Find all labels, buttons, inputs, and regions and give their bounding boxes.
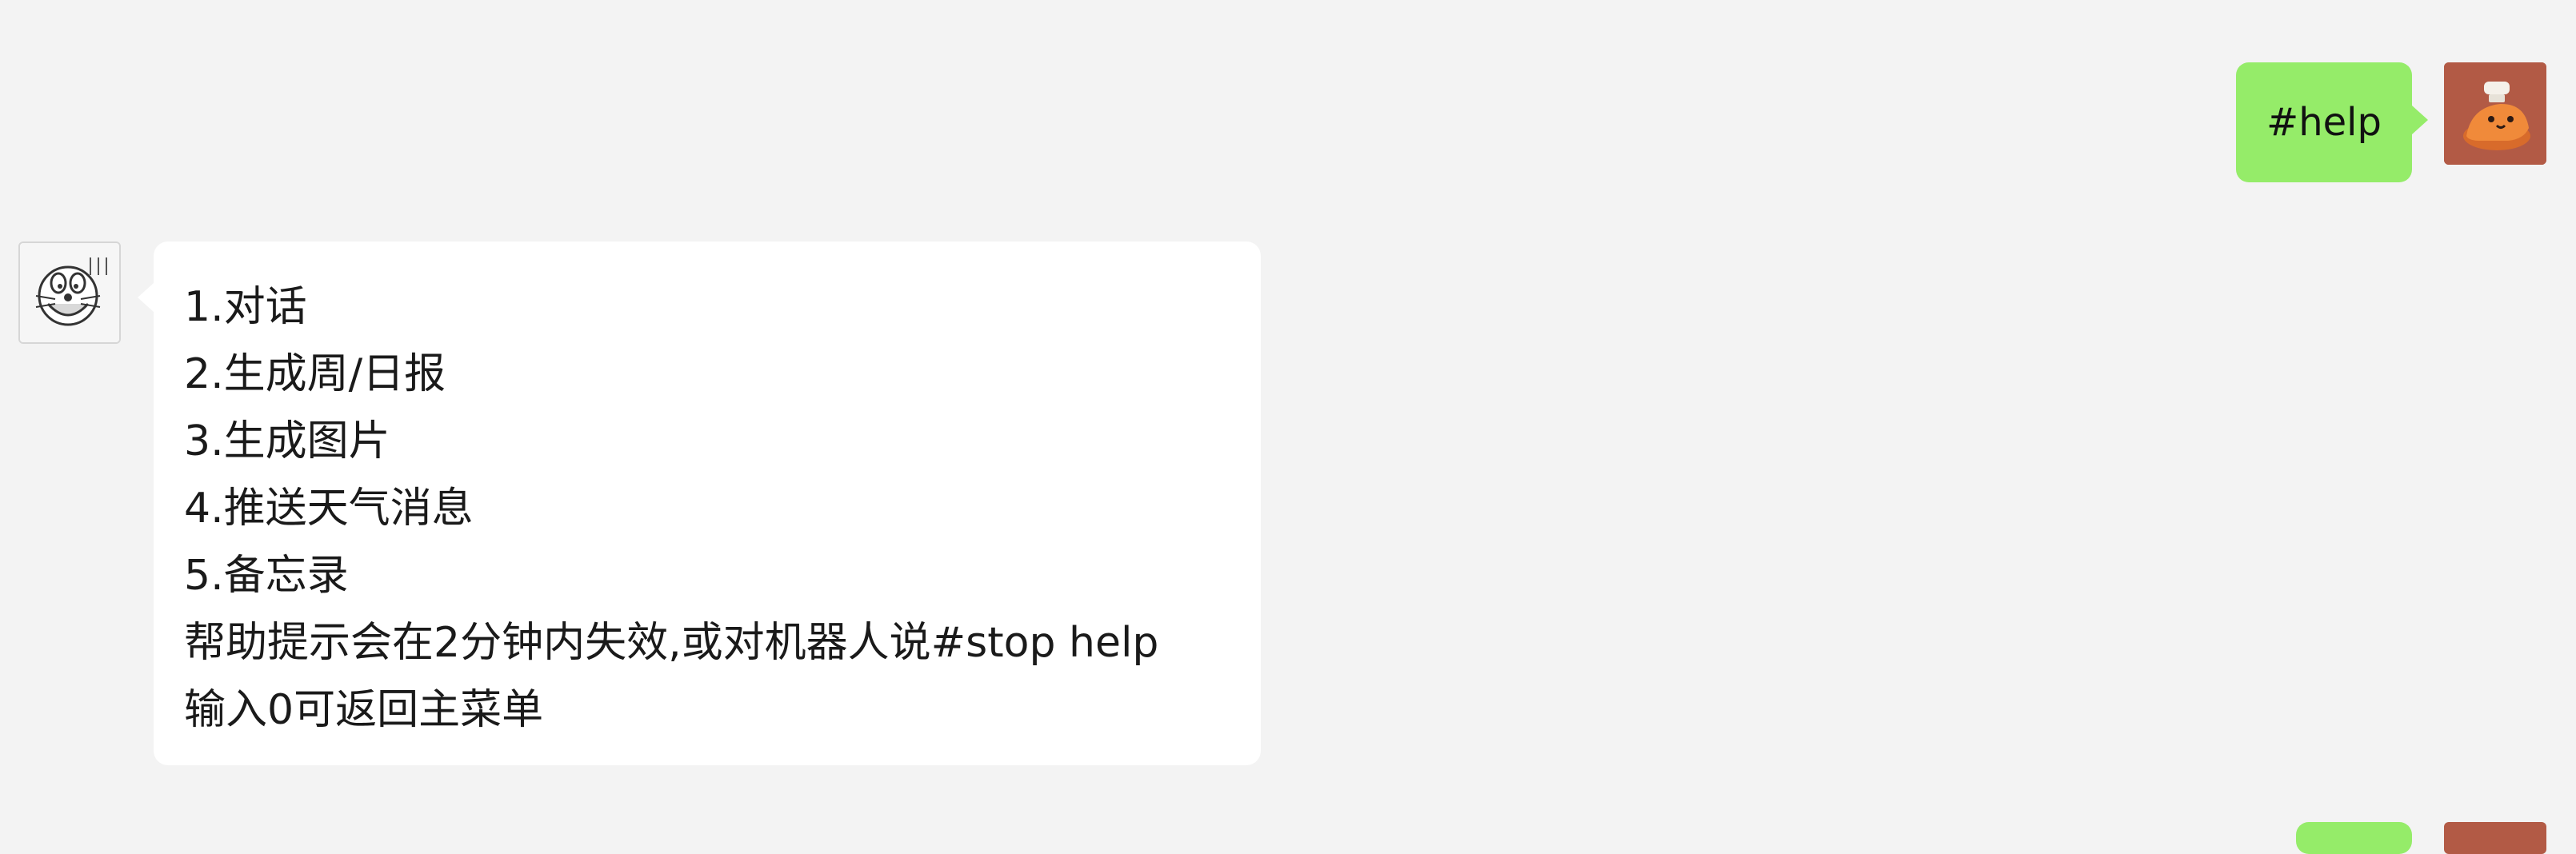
doraemon-avatar-icon <box>20 243 119 342</box>
menu-line-5: 5.备忘录 <box>184 552 349 600</box>
menu-line-2: 2.生成周/日报 <box>184 350 446 398</box>
user-avatar-partial[interactable] <box>2444 822 2546 854</box>
outgoing-message-bubble-partial[interactable] <box>2296 822 2412 854</box>
outgoing-message-bubble[interactable]: #help <box>2236 62 2428 182</box>
user-avatar[interactable] <box>2444 62 2546 165</box>
return-main-menu-note: 输入0可返回主菜单 <box>184 686 544 734</box>
message-text: #help <box>2266 100 2382 145</box>
bot-avatar[interactable] <box>18 241 121 344</box>
help-expiry-note: 帮助提示会在2分钟内失效,或对机器人说#stop help <box>184 619 1159 667</box>
dinosaur-chef-avatar-icon <box>2444 62 2546 165</box>
menu-line-3: 3.生成图片 <box>184 417 390 465</box>
menu-line-4: 4.推送天气消息 <box>184 485 474 533</box>
menu-line-1: 1.对话 <box>184 283 307 331</box>
incoming-message-bubble[interactable]: 1.对话 2.生成周/日报 3.生成图片 4.推送天气消息 5.备忘录 帮助提示… <box>138 241 1261 765</box>
